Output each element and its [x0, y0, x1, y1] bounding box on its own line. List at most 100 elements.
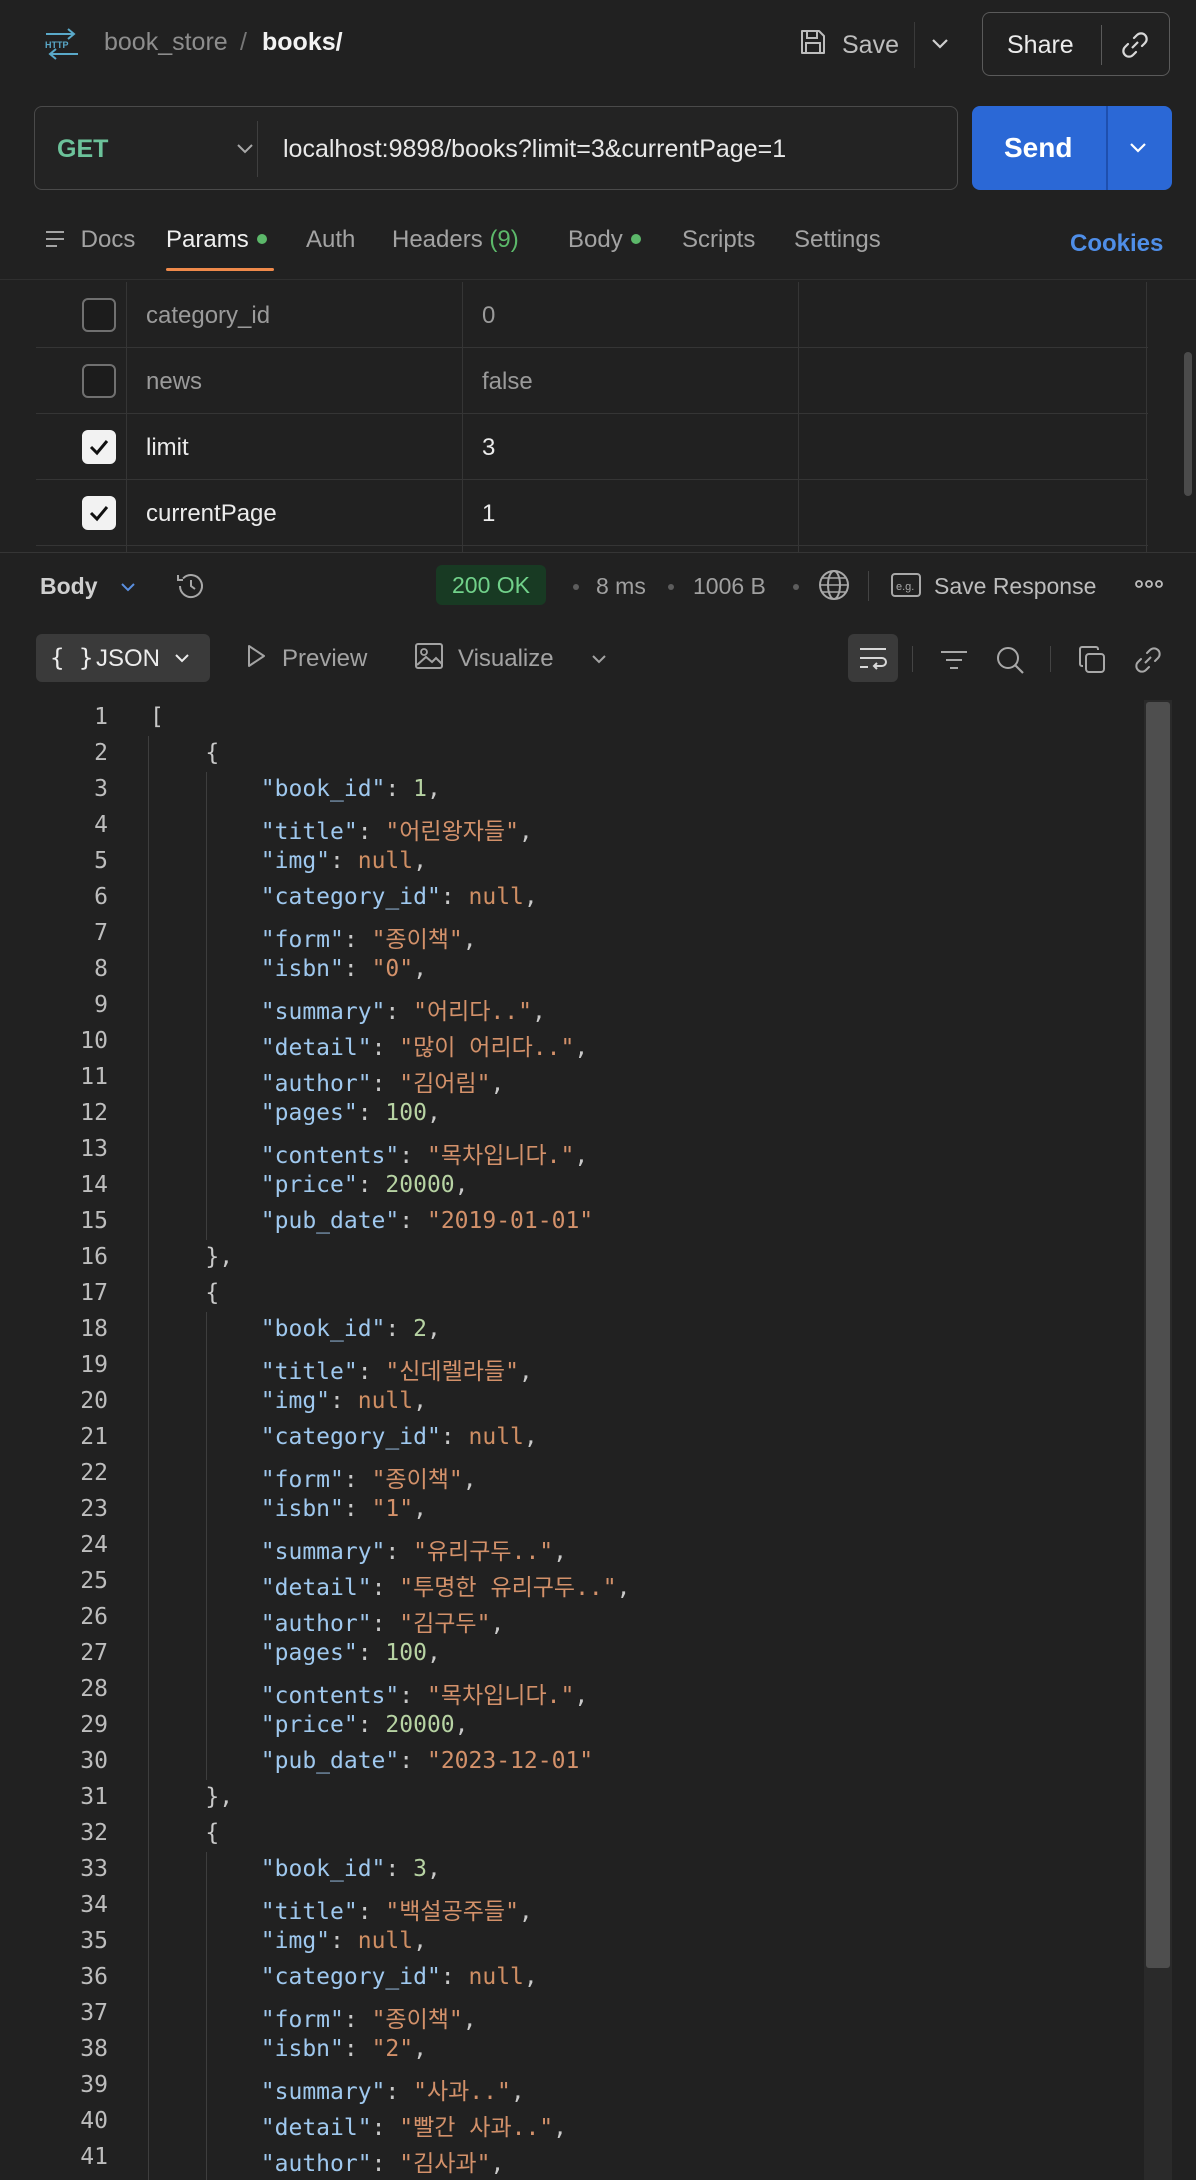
- param-value[interactable]: 0: [482, 302, 495, 330]
- param-key[interactable]: news: [146, 368, 202, 396]
- status-badge[interactable]: 200 OK: [436, 565, 546, 605]
- response-size[interactable]: 1006 B: [693, 573, 766, 600]
- url-divider: [257, 121, 258, 177]
- search-icon[interactable]: [994, 644, 1026, 676]
- line-number: 19: [80, 1352, 108, 1378]
- preview-button[interactable]: Preview: [244, 644, 367, 674]
- line-number: 11: [80, 1064, 108, 1090]
- line-number: 31: [80, 1784, 108, 1810]
- tab-params[interactable]: Params: [166, 226, 267, 254]
- globe-icon[interactable]: [816, 567, 852, 603]
- line-number: 23: [80, 1496, 108, 1522]
- param-key[interactable]: currentPage: [146, 500, 277, 528]
- line-number: 5: [94, 848, 108, 874]
- params-scrollbar[interactable]: [1184, 352, 1192, 496]
- param-key[interactable]: limit: [146, 434, 189, 462]
- param-key[interactable]: category_id: [146, 302, 270, 330]
- code-line: 26 "author": "김구두",: [0, 1600, 1140, 1637]
- line-number: 36: [80, 1964, 108, 1990]
- save-divider: [914, 22, 915, 68]
- response-json-viewer[interactable]: 1[2 {3 "book_id": 1, 4 "title": "어린왕자들", 5…: [0, 700, 1140, 2180]
- wrap-lines-button[interactable]: [848, 634, 898, 682]
- chevron-down-icon[interactable]: [116, 575, 140, 599]
- code-text: "pub_date": "2019-01-01": [260, 1208, 594, 1234]
- tab-body[interactable]: Body: [568, 226, 641, 254]
- code-line: 11 "author": "김어림",: [0, 1060, 1140, 1097]
- api-client-window: HTTP book_store / books/ Save Share GET …: [0, 0, 1196, 2180]
- code-line: 24 "summary": "유리구두..",: [0, 1528, 1140, 1565]
- param-checkbox[interactable]: [82, 298, 116, 332]
- line-number: 15: [80, 1208, 108, 1234]
- code-text: "detail": "투명한 유리구두..",: [260, 1575, 631, 1601]
- save-response-button[interactable]: Save Response: [934, 573, 1096, 600]
- line-number: 32: [80, 1820, 108, 1846]
- param-value[interactable]: false: [482, 368, 533, 396]
- breadcrumb-separator: /: [240, 28, 247, 56]
- param-checkbox[interactable]: [82, 496, 116, 530]
- tab-settings[interactable]: Settings: [794, 226, 881, 254]
- tab-docs[interactable]: Docs: [44, 226, 135, 254]
- link-icon[interactable]: [1132, 644, 1164, 676]
- code-line: 21 "category_id": null,: [0, 1420, 1140, 1456]
- chevron-down-icon[interactable]: [926, 30, 954, 58]
- filter-icon[interactable]: [938, 644, 970, 676]
- code-text: "form": "종이책",: [260, 1467, 477, 1493]
- param-checkbox[interactable]: [82, 364, 116, 398]
- copy-icon[interactable]: [1076, 644, 1108, 676]
- line-number: 3: [94, 776, 108, 802]
- breadcrumb-collection[interactable]: book_store: [104, 28, 228, 57]
- param-value[interactable]: 1: [482, 500, 495, 528]
- param-checkbox[interactable]: [82, 430, 116, 464]
- visualize-button[interactable]: Visualize: [414, 642, 554, 674]
- response-time[interactable]: 8 ms: [596, 573, 646, 600]
- send-button[interactable]: Send: [1004, 132, 1072, 164]
- code-text: "form": "종이책",: [260, 927, 477, 953]
- json-format-select[interactable]: { } JSON: [36, 634, 210, 682]
- code-text: "author": "김어림",: [260, 1071, 505, 1097]
- tab-scripts[interactable]: Scripts: [682, 226, 755, 254]
- braces-icon: { }: [50, 644, 94, 672]
- tab-headers[interactable]: Headers (9): [392, 226, 519, 254]
- code-text: "img": null,: [260, 1388, 427, 1414]
- tab-auth[interactable]: Auth: [306, 226, 355, 254]
- line-number: 33: [80, 1856, 108, 1882]
- chevron-down-icon[interactable]: [231, 135, 259, 163]
- method-select[interactable]: GET: [57, 135, 108, 164]
- code-line: 33 "book_id": 3,: [0, 1852, 1140, 1888]
- url-bar: GET localhost:9898/books?limit=3&current…: [34, 106, 958, 190]
- cookies-link[interactable]: Cookies: [1070, 230, 1163, 258]
- line-number: 27: [80, 1640, 108, 1666]
- share-button[interactable]: Share: [1007, 31, 1074, 60]
- more-options-icon[interactable]: [1134, 577, 1164, 591]
- body-active-dot: [630, 233, 641, 244]
- param-row: limit 3: [36, 414, 1148, 480]
- link-icon[interactable]: [1119, 29, 1151, 61]
- code-line: 5 "img": null,: [0, 844, 1140, 880]
- line-number: 34: [80, 1892, 108, 1918]
- history-icon[interactable]: [174, 569, 208, 603]
- code-line: 8 "isbn": "0",: [0, 952, 1140, 988]
- code-line: 38 "isbn": "2",: [0, 2032, 1140, 2068]
- code-text: "isbn": "1",: [260, 1496, 427, 1522]
- response-body-select[interactable]: Body: [40, 573, 98, 600]
- send-divider: [1106, 106, 1108, 190]
- line-number: 25: [80, 1568, 108, 1594]
- code-line: 23 "isbn": "1",: [0, 1492, 1140, 1528]
- url-input[interactable]: localhost:9898/books?limit=3&currentPage…: [283, 135, 786, 164]
- request-name[interactable]: books/: [262, 28, 343, 57]
- code-scrollbar-thumb[interactable]: [1146, 702, 1170, 1968]
- code-text: "summary": "어리다..",: [260, 999, 546, 1025]
- save-button[interactable]: Save: [798, 24, 899, 66]
- line-number: 6: [94, 884, 108, 910]
- code-line: 14 "price": 20000,: [0, 1168, 1140, 1204]
- save-icon: [798, 27, 828, 64]
- chevron-down-icon[interactable]: [586, 646, 612, 672]
- line-number: 21: [80, 1424, 108, 1450]
- code-text: "book_id": 1,: [260, 776, 441, 802]
- param-value[interactable]: 3: [482, 434, 495, 462]
- code-line: 29 "price": 20000,: [0, 1708, 1140, 1744]
- code-text: "detail": "빨간 사과..",: [260, 2115, 568, 2141]
- tab-docs-label: Docs: [80, 226, 136, 253]
- headers-count: (9): [489, 226, 519, 253]
- chevron-down-icon[interactable]: [1124, 134, 1152, 162]
